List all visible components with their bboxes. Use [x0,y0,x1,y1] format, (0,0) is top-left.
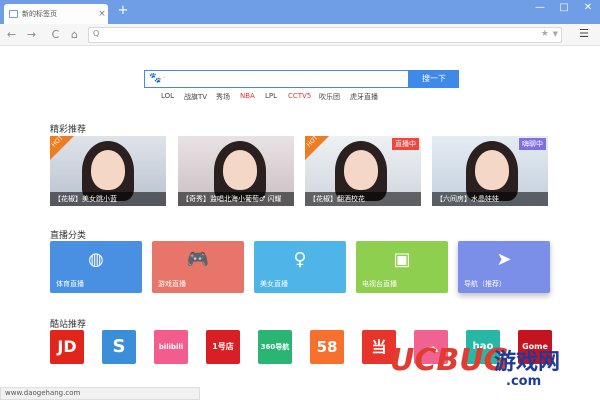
search-placeholder: · [163,74,166,82]
hot-word-nba[interactable]: NBA [240,92,255,104]
baidu-paw-icon: 🐾 [149,73,162,84]
menu-button[interactable]: ☰ [576,27,592,42]
live-tag: 直播中 [392,138,419,150]
hot-word-huya[interactable]: 虎牙直播 [350,92,378,104]
featured-card[interactable]: HOT 【花椒】美女跳小蓝 [50,136,166,206]
tab-active[interactable]: 新的标签页 × [4,4,108,24]
maximize-button[interactable]: □ [552,2,576,13]
hot-word-cctv5[interactable]: CCTV5 [288,92,311,104]
close-window-button[interactable]: ✕ [576,2,600,13]
search-icon: Q [93,29,100,38]
category-beauty[interactable]: ♀ 美女直播 [254,241,346,293]
star-icon[interactable]: ★ [541,29,549,39]
featured-card[interactable]: 嗨聊中 【六间房】水晶娃娃 [432,136,548,206]
new-tab-button[interactable]: + [116,4,130,18]
basketball-icon: ◍ [88,249,104,270]
card-caption: 【花椒】翻酒校花 [305,192,421,206]
tab-close-icon[interactable]: × [96,9,108,19]
minimize-button[interactable]: — [528,2,552,13]
site-sogou[interactable]: S [102,330,136,364]
search-button[interactable]: 搜一下 [409,70,459,88]
home-button[interactable]: ⌂ [67,27,82,42]
category-navigation[interactable]: ➤ 导航（推荐） [458,241,550,293]
hot-word-xiuchang[interactable]: 秀场 [216,92,230,104]
girl-icon: ♀ [293,249,307,270]
watermark-cn: 游戏网 [494,350,561,375]
section-title-sites: 酷站推荐 [50,320,87,330]
chevron-down-icon[interactable]: ▼ [553,30,558,38]
tab-title: 新的标签页 [22,10,57,18]
section-title-featured: 精彩推荐 [50,125,87,135]
browser-toolbar: ← → C ⌂ Q ★ ▼ ☰ [0,24,600,46]
search-input[interactable]: 🐾 · [144,70,409,88]
hot-badge: HOT [50,136,74,160]
forward-button[interactable]: → [24,27,39,42]
hot-word-lol[interactable]: LOL [161,92,174,104]
status-bar-url: www.daogehang.com [0,387,200,400]
hot-badge: HOT [305,136,329,160]
site-yhd[interactable]: 1号店 [206,330,240,364]
refresh-button[interactable]: C [48,27,63,42]
hot-word-chuile[interactable]: 吹乐团 [319,92,340,104]
featured-card[interactable]: 【奇秀】监唱北海小葡萄♂ 闪耀 [178,136,294,206]
category-games[interactable]: 🎮 游戏直播 [152,241,244,293]
tab-bar: 新的标签页 × + — □ ✕ [0,0,600,24]
back-button[interactable]: ← [4,27,19,42]
watermark-com: .com [506,374,542,389]
chatting-tag: 嗨聊中 [519,138,546,150]
site-jd[interactable]: JD [50,330,84,364]
hot-word-zhanqi[interactable]: 战旗TV [184,92,207,104]
page-icon [9,10,18,18]
site-360[interactable]: 360导航 [258,330,292,364]
card-caption: 【奇秀】监唱北海小葡萄♂ 闪耀 [178,192,294,206]
category-sports[interactable]: ◍ 体育直播 [50,241,142,293]
address-bar[interactable]: Q ★ ▼ [88,27,562,43]
gamepad-icon: 🎮 [186,249,210,270]
navigation-icon: ➤ [496,249,512,270]
tv-icon: ▣ [393,249,411,270]
site-bilibili[interactable]: bilibili [154,330,188,364]
featured-card[interactable]: HOT 直播中 【花椒】翻酒校花 [305,136,421,206]
site-58[interactable]: 58 [310,330,344,364]
category-tv[interactable]: ▣ 电视台直播 [356,241,448,293]
section-title-live: 直播分类 [50,231,87,241]
watermark-ucbug: UCBUG [390,343,509,378]
card-caption: 【六间房】水晶娃娃 [432,192,548,206]
card-caption: 【花椒】美女跳小蓝 [50,192,166,206]
hot-word-lpl[interactable]: LPL [265,92,277,104]
